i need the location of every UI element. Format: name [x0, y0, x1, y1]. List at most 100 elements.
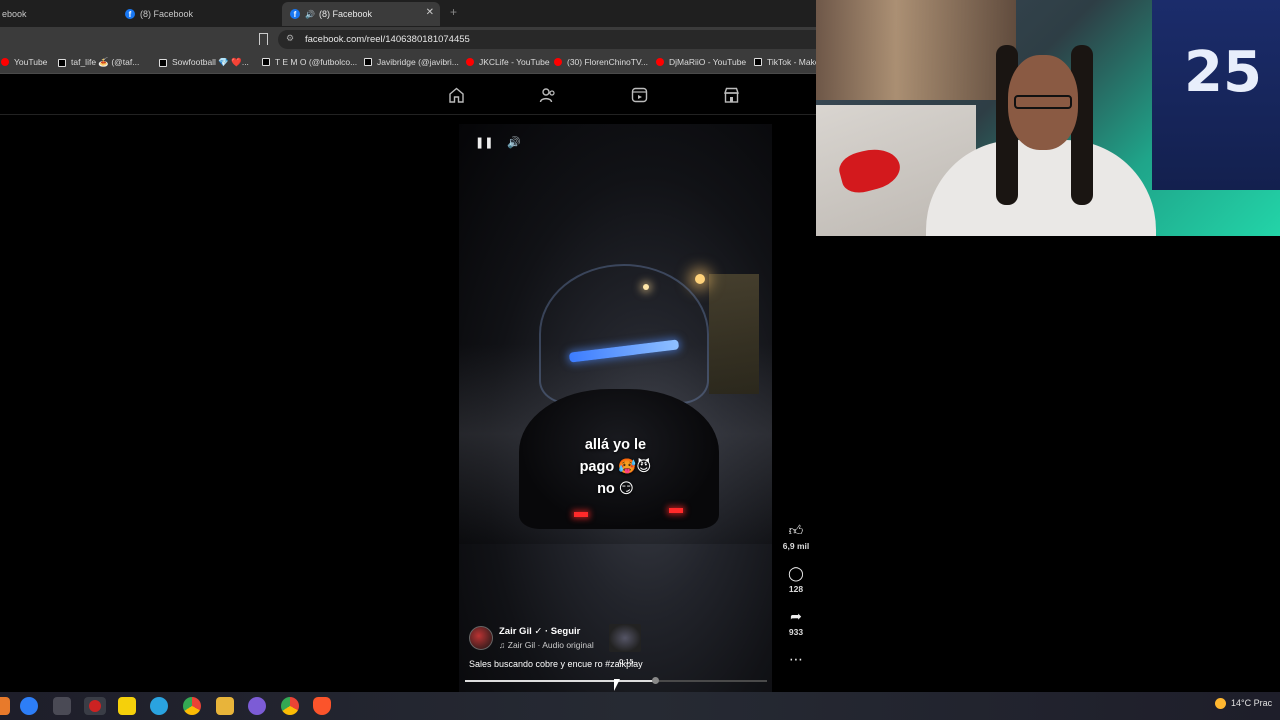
comment-count: 128: [788, 584, 804, 594]
bookmark-label: Sowfootball 💎 ❤️...: [172, 57, 249, 67]
comment-icon: ◯: [788, 565, 804, 581]
author-follow[interactable]: Zair Gil ✓ · Seguir: [499, 626, 580, 637]
friends-icon[interactable]: [539, 87, 556, 103]
bookmark-label: DjMaRiiO - YouTube: [669, 57, 747, 67]
url-field[interactable]: ⚙ facebook.com/reel/1406380181074455: [278, 30, 816, 49]
avatar[interactable]: [469, 626, 493, 650]
home-icon[interactable]: [448, 87, 465, 103]
weather-widget[interactable]: 14°C Prac: [1215, 698, 1273, 710]
taskbar-app-icon[interactable]: [20, 697, 38, 715]
tiktok-icon: [262, 58, 270, 66]
bookmark-jkclife[interactable]: JKCLife - YouTube: [466, 57, 550, 67]
bookmark-javibridge[interactable]: Javibridge (@javibri...: [364, 57, 459, 67]
chrome-icon[interactable]: [183, 697, 201, 715]
video-building: [709, 274, 759, 394]
share-icon: ➦: [790, 608, 802, 624]
streamer: [926, 40, 1156, 236]
seek-timecode: 0:15: [619, 657, 634, 666]
bookmark-florenchino[interactable]: (30) FlorenChinoTV...: [554, 57, 648, 67]
pause-icon[interactable]: ❚❚: [475, 136, 493, 149]
screen: ebook f (8) Facebook f 🔊 (8) Facebook ✕ …: [0, 0, 1280, 720]
webcam-overlay: 25: [816, 0, 1280, 236]
reel-video[interactable]: ❚❚ 🔊 allá yo le pago 🥵😈 no 😏 Zair Gil ✓ …: [459, 124, 772, 692]
caption-line: pago 🥵😈: [579, 459, 652, 475]
taskbar-app-active[interactable]: [84, 697, 106, 715]
volume-icon[interactable]: 🔊: [507, 136, 521, 149]
telegram-icon[interactable]: [150, 697, 168, 715]
share-button[interactable]: ➦ 933: [778, 608, 814, 637]
bookmark-tiktok[interactable]: TikTok - Make: [754, 57, 816, 67]
seek-preview-thumbnail: [609, 624, 641, 652]
youtube-icon: [656, 58, 664, 66]
bookmarks-bar: YouTube taf_life 🍝 (@taf... Sowfootball …: [0, 52, 816, 74]
bookmark-temo[interactable]: T E M O (@futbolco...: [262, 57, 357, 67]
bookmark-taf-life[interactable]: taf_life 🍝 (@taf...: [58, 57, 139, 68]
sticky-notes-icon[interactable]: [118, 697, 136, 715]
weather-text: 14°C Prac: [1231, 698, 1273, 708]
weather-sun-icon: [1215, 698, 1226, 710]
brave-icon[interactable]: [313, 697, 331, 715]
video-caption: allá yo le pago 🥵😈 no 😏: [459, 434, 772, 500]
video-streetlight: [695, 274, 705, 284]
file-explorer-icon[interactable]: [216, 697, 234, 715]
tab-bar: ebook f (8) Facebook f 🔊 (8) Facebook ✕ …: [0, 0, 816, 27]
app-icon: [89, 700, 101, 712]
bookmark-label: T E M O (@futbolco...: [275, 57, 358, 67]
tab-facebook-2[interactable]: f (8) Facebook: [117, 2, 201, 26]
facebook-icon: f: [125, 9, 135, 19]
progress-fill: [465, 680, 656, 682]
thumbs-up-icon: 👍︎: [788, 522, 804, 538]
tab-facebook-1[interactable]: ebook: [0, 2, 35, 26]
youtube-icon: [554, 58, 562, 66]
speaker-icon: 🔊: [305, 9, 315, 19]
follow-button[interactable]: Seguir: [551, 626, 581, 637]
video-windshield: [539, 264, 709, 404]
verified-icon: ✓: [534, 626, 543, 637]
new-tab-button[interactable]: +: [450, 5, 457, 19]
bookmark-label: YouTube: [14, 57, 48, 67]
mouse-cursor: [614, 679, 626, 691]
caption-line: no 😏: [597, 481, 634, 497]
chrome-icon[interactable]: [281, 697, 299, 715]
tab-label: ebook: [2, 9, 27, 19]
url-text: facebook.com/reel/1406380181074455: [305, 34, 470, 45]
tiktok-icon: [159, 58, 167, 67]
more-options-button[interactable]: ⋯: [778, 651, 814, 669]
site-settings-icon[interactable]: ⚙: [286, 33, 294, 44]
marketplace-icon[interactable]: [723, 87, 740, 103]
bookmark-youtube[interactable]: YouTube: [1, 57, 47, 67]
like-button[interactable]: 👍︎ 6,9 mil: [778, 522, 814, 551]
like-count: 6,9 mil: [782, 541, 810, 551]
tiktok-icon: [754, 58, 762, 66]
bookmark-label: JKCLife - YouTube: [479, 57, 550, 67]
browser-window: ebook f (8) Facebook f 🔊 (8) Facebook ✕ …: [0, 0, 816, 692]
comment-button[interactable]: ◯ 128: [778, 565, 814, 594]
reel-description: Sales buscando cobre y encue ro #zaikpla…: [469, 659, 643, 669]
facebook-icon: f: [290, 9, 300, 19]
caption-line: allá yo le: [584, 437, 647, 453]
tiktok-icon: [364, 58, 372, 66]
bookmark-label: Javibridge (@javibri...: [377, 57, 459, 67]
taskbar: 14°C Prac: [0, 692, 1280, 720]
video-taillight: [574, 512, 588, 517]
taskbar-app-icon[interactable]: [0, 697, 10, 715]
close-icon[interactable]: ✕: [426, 7, 434, 18]
bookmark-icon[interactable]: [259, 33, 268, 45]
tab-label: (8) Facebook: [318, 9, 372, 19]
bookmark-label: taf_life 🍝 (@taf...: [71, 57, 140, 67]
author-name[interactable]: Zair Gil: [499, 626, 532, 637]
streamer-glasses: [1014, 95, 1072, 109]
audio-info[interactable]: ♫ Zair Gil · Audio original: [499, 640, 594, 650]
bookmark-sowfootball[interactable]: Sowfootball 💎 ❤️...: [159, 57, 249, 68]
streamer-shirt: [926, 140, 1156, 236]
taskbar-app-icon[interactable]: [248, 697, 266, 715]
bookmark-djmariio[interactable]: DjMaRiiO - YouTube: [656, 57, 746, 67]
video-taillight: [669, 508, 683, 513]
audio-label: Zair Gil · Audio original: [507, 640, 594, 650]
tab-facebook-active[interactable]: f 🔊 (8) Facebook ✕: [282, 2, 440, 26]
address-bar: ⚙ facebook.com/reel/1406380181074455: [0, 27, 816, 52]
video-icon[interactable]: [631, 87, 648, 103]
tab-label: (8) Facebook: [140, 9, 194, 19]
music-note-icon: ♫: [499, 640, 506, 650]
taskbar-app-icon[interactable]: [53, 697, 71, 715]
